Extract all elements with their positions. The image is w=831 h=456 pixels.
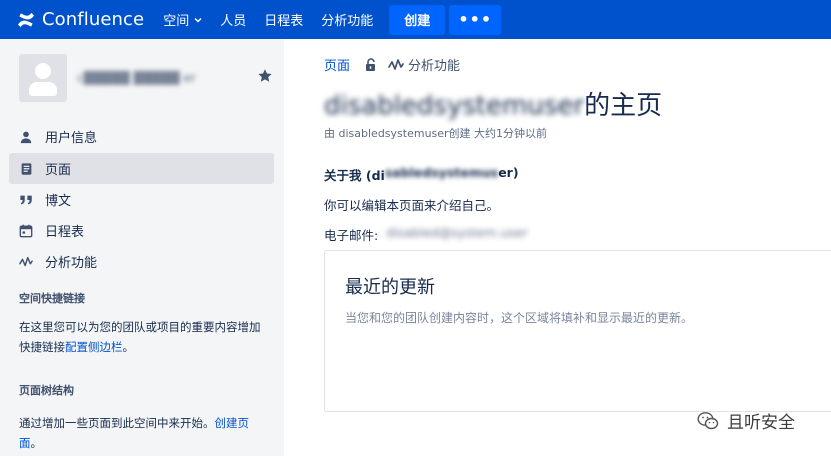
- wechat-watermark: 且听安全: [697, 408, 795, 433]
- nav-spaces-label: 空间: [163, 14, 190, 29]
- recent-updates-empty-text: 当您和您的团队创建内容时，这个区域将填补和显示最近的更新。: [345, 311, 694, 325]
- nav-analytics[interactable]: 分析功能: [321, 10, 373, 29]
- nav-spaces-dropdown[interactable]: 空间: [163, 10, 202, 29]
- avatar-body: [29, 82, 57, 96]
- sidebar-item-label: 页面: [45, 163, 72, 178]
- sidebar: c▓▓▓▓▓ ▓▓▓▓▓ er 用户信息 页面 博文 日程表 分析功能 空间快捷…: [0, 39, 284, 456]
- page-tree-description: 通过增加一些页面到此空间中来开始。: [19, 416, 215, 430]
- shortcuts-period: 。: [122, 340, 135, 354]
- star-icon[interactable]: [257, 68, 273, 84]
- page-icon: [18, 161, 34, 177]
- nav-calendar-label: 日程表: [264, 14, 304, 29]
- watermark-text: 且听安全: [727, 413, 795, 433]
- chevron-down-icon: [194, 17, 202, 23]
- page-tree-text: 通过增加一些页面到此空间中来开始。创建页面。: [19, 413, 267, 453]
- sidebar-item-label: 日程表: [45, 225, 85, 240]
- email-line: 电子邮件: disabled@system.user: [324, 225, 528, 244]
- confluence-logo[interactable]: Confluence: [16, 9, 144, 30]
- sidebar-item-calendar[interactable]: 日程表: [9, 215, 274, 246]
- recent-updates-title: 最近的更新: [345, 277, 435, 298]
- nav-people[interactable]: 人员: [220, 10, 246, 29]
- analytics-icon: [388, 58, 404, 70]
- create-button[interactable]: 创建: [389, 4, 446, 35]
- about-me-heading: 关于我 (di sabledsystemus er): [324, 165, 519, 184]
- sidebar-item-analytics[interactable]: 分析功能: [9, 246, 274, 277]
- page-tree-period: 。: [30, 436, 43, 450]
- nav-calendar[interactable]: 日程表: [264, 10, 303, 29]
- brand-name: Confluence: [42, 9, 145, 30]
- page-byline: 由 disabledsystemuser创建 大约1分钟以前: [324, 127, 548, 140]
- more-button[interactable]: •••: [449, 4, 502, 35]
- space-owner-name[interactable]: c▓▓▓▓▓ ▓▓▓▓▓ er: [77, 71, 196, 85]
- top-navigation-bar: Confluence 空间 人员 日程表 分析功能 创建 •••: [0, 0, 831, 39]
- quote-icon: [18, 192, 34, 208]
- about-me-suffix: er): [498, 165, 519, 180]
- space-profile: c▓▓▓▓▓ ▓▓▓▓▓ er: [19, 54, 281, 102]
- about-me-text: 你可以编辑本页面来介绍自己。: [324, 198, 500, 213]
- recent-updates-panel: 最近的更新 当您和您的团队创建内容时，这个区域将填补和显示最近的更新。: [324, 250, 831, 412]
- email-value[interactable]: disabled@system.user: [386, 225, 528, 244]
- about-me-username: sabledsystemus: [384, 165, 499, 180]
- page-title-suffix: 的主页: [584, 91, 663, 121]
- breadcrumb-pages-link[interactable]: 页面: [324, 55, 350, 74]
- email-label: 电子邮件:: [324, 228, 379, 243]
- sidebar-item-blog[interactable]: 博文: [9, 184, 274, 215]
- page-title-username: disabledsystemuser: [324, 91, 585, 121]
- confluence-logo-icon: [18, 12, 34, 27]
- shortcuts-description: 在这里您可以为您的团队或项目的重要内容增加快捷链接: [19, 320, 261, 354]
- about-me-prefix: 关于我 (di: [324, 168, 385, 183]
- breadcrumb-analytics[interactable]: 分析功能: [388, 55, 460, 74]
- avatar-head: [35, 63, 51, 79]
- breadcrumb-analytics-label: 分析功能: [408, 59, 461, 74]
- unlock-icon[interactable]: [364, 57, 378, 72]
- user-icon: [18, 129, 34, 145]
- page-title: disabledsystemuser 的主页: [324, 85, 662, 122]
- main-content: 页面 分析功能 disabledsystemuser 的主页 由 disable…: [284, 39, 831, 456]
- sidebar-item-profile[interactable]: 用户信息: [9, 121, 274, 152]
- nav-people-label: 人员: [220, 14, 247, 29]
- nav-analytics-label: 分析功能: [321, 14, 374, 29]
- analytics-icon: [18, 254, 34, 270]
- sidebar-item-pages[interactable]: 页面: [9, 153, 274, 184]
- avatar[interactable]: [19, 54, 67, 102]
- wechat-icon: [697, 411, 719, 429]
- sidebar-item-label: 用户信息: [45, 131, 98, 146]
- calendar-icon: [18, 223, 34, 239]
- sidebar-item-label: 分析功能: [45, 256, 98, 271]
- sidebar-item-label: 博文: [45, 194, 72, 209]
- space-shortcuts-text: 在这里您可以为您的团队或项目的重要内容增加快捷链接配置侧边栏。: [19, 317, 267, 357]
- space-shortcuts-heading: 空间快捷链接: [19, 292, 85, 305]
- breadcrumb: 页面 分析功能: [324, 55, 460, 74]
- page-tree-heading: 页面树结构: [19, 384, 74, 397]
- configure-sidebar-link[interactable]: 配置侧边栏: [65, 340, 123, 354]
